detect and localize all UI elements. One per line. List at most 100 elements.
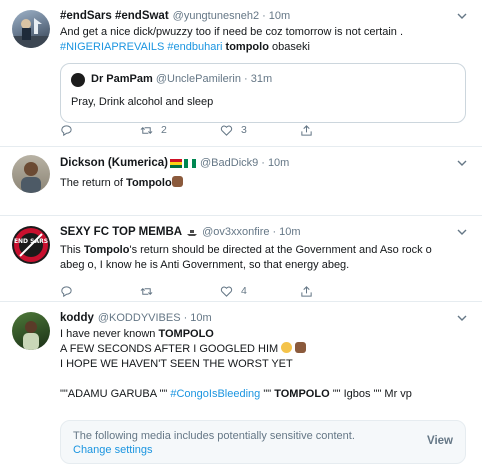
fist-emoji-icon (295, 342, 307, 353)
highlight-term: TOMPOLO (158, 328, 214, 340)
reply-button[interactable] (60, 124, 140, 137)
display-name[interactable]: SEXY FC TOP MEMBA (60, 224, 182, 240)
retweet-icon (140, 126, 153, 134)
display-name[interactable]: koddy (60, 310, 94, 326)
heart-icon (220, 286, 233, 297)
avatar[interactable] (12, 10, 50, 48)
timestamp[interactable]: 10m (279, 224, 300, 240)
highlight-term: Tompolo (83, 244, 130, 256)
like-button[interactable]: 4 (220, 285, 300, 298)
timestamp[interactable]: 10m (268, 155, 289, 171)
separator-dot: · (272, 226, 277, 238)
tweet[interactable]: Dickson (Kumerica) @BadDick9 · 10m The r… (0, 147, 482, 216)
quoted-timestamp: 31m (250, 73, 273, 85)
ship-emoji-icon (187, 230, 198, 236)
tweet-text-line: abeg o, I know he is Anti Government, so… (60, 259, 350, 271)
tweet-text-line: I HOPE WE HAVEN'T SEEN THE WORST YET (60, 358, 293, 370)
like-button[interactable]: 3 (220, 124, 300, 137)
tweet-text-line: I have never known (60, 328, 156, 340)
tweet-text-tail: obaseki (271, 41, 310, 53)
reply-icon (61, 124, 72, 136)
chevron-down-icon[interactable] (456, 226, 468, 238)
avatar-image: END SARS (14, 228, 48, 262)
tweet-text-line: ""ADAMU GARUBA "" (60, 388, 168, 400)
separator-dot: · (183, 312, 188, 324)
avatar-image (12, 18, 50, 48)
avatar-image (21, 162, 41, 193)
share-button[interactable] (300, 285, 380, 298)
share-icon (301, 124, 312, 136)
chevron-down-icon[interactable] (456, 312, 468, 324)
quoted-handle: @UnclePamilerin (155, 73, 241, 85)
heart-icon (220, 125, 233, 136)
avatar[interactable] (12, 312, 50, 350)
highlight-term: Tompolo (126, 177, 172, 189)
user-handle[interactable]: @KODDYVIBES (98, 310, 181, 326)
ghana-flag-icon (170, 158, 183, 168)
retweet-icon (140, 287, 153, 295)
quoted-avatar (71, 73, 85, 87)
hashtag-link[interactable]: #CongoIsBleeding (170, 388, 260, 400)
tweet-text-line: 's return should be directed at the Gove… (129, 244, 432, 256)
avatar[interactable] (12, 155, 50, 193)
tweet-text: And get a nice dick/pwuzzy too if need b… (60, 25, 468, 55)
timestamp[interactable]: 10m (269, 8, 290, 24)
hashtag-link[interactable]: #endbuhari (167, 41, 222, 53)
tweet[interactable]: koddy @KODDYVIBES · 10m I have never kno… (0, 302, 482, 465)
view-media-button[interactable]: View (427, 435, 453, 447)
sensitive-media-text: The following media includes potentially… (73, 429, 355, 457)
display-name[interactable]: Dickson (Kumerica) (60, 155, 168, 171)
tweet-actions: 2 3 (60, 123, 380, 137)
separator-dot: · (244, 73, 248, 85)
tweet-header: SEXY FC TOP MEMBA @ov3xxonfire · 10m (60, 224, 468, 240)
tweet-text-line: "" (263, 388, 272, 400)
reply-icon (61, 285, 72, 297)
quoted-display-name: Dr PamPam (91, 73, 153, 85)
tweet[interactable]: END SARS SEXY FC TOP MEMBA @ov3xxonfire … (0, 216, 482, 302)
tweet[interactable]: #endSars #endSwat @yungtunesneh2 · 10m A… (0, 0, 482, 147)
tweet-text: I have never known TOMPOLO A FEW SECONDS… (60, 327, 468, 402)
separator-dot: · (262, 10, 266, 22)
share-icon (301, 285, 312, 297)
user-handle[interactable]: @ov3xxonfire (202, 224, 269, 240)
tweet-text-line: The return of (60, 177, 123, 189)
separator-dot: · (261, 157, 265, 169)
retweet-button[interactable]: 2 (140, 124, 220, 137)
highlight-term: TOMPOLO (274, 388, 330, 400)
tweet-text-line: A FEW SECONDS AFTER I GOOGLED HIM (60, 343, 279, 355)
fist-emoji-icon (171, 176, 183, 187)
crying-emoji-icon (281, 342, 293, 353)
chevron-down-icon[interactable] (456, 10, 468, 22)
tweet-body: #endSars #endSwat @yungtunesneh2 · 10m A… (60, 8, 468, 55)
retweet-button[interactable] (140, 285, 220, 298)
tweet-header: #endSars #endSwat @yungtunesneh2 · 10m (60, 8, 468, 24)
tweet-text-line: "" Igbos "" Mr vp (332, 388, 412, 400)
tweet-body: koddy @KODDYVIBES · 10m I have never kno… (60, 310, 468, 402)
chevron-down-icon[interactable] (456, 157, 468, 169)
sensitive-media-notice: The following media includes potentially… (60, 420, 466, 464)
hashtag-link[interactable]: #NIGERIAPREVAILS (60, 41, 164, 53)
user-handle[interactable]: @yungtunesneh2 (173, 8, 259, 24)
highlight-term: tompolo (225, 41, 269, 53)
like-count: 4 (241, 285, 247, 297)
tweet-text: The return of Tompolo (60, 176, 468, 191)
quoted-header: Dr PamPam @UnclePamilerin · 31m (91, 73, 272, 85)
nigeria-flag-icon (184, 158, 197, 168)
tweet-text-line: And get a nice dick/pwuzzy too if need b… (60, 26, 404, 38)
like-count: 3 (241, 124, 247, 136)
tweet-text: This Tompolo's return should be directed… (60, 243, 468, 273)
reply-button[interactable] (60, 285, 140, 298)
change-settings-link[interactable]: Change settings (73, 444, 153, 456)
retweet-count: 2 (161, 124, 167, 136)
quoted-tweet[interactable]: Dr PamPam @UnclePamilerin · 31m Pray, Dr… (60, 63, 466, 123)
tweet-text-line: This (60, 244, 81, 256)
share-button[interactable] (300, 124, 380, 137)
avatar-image (23, 321, 39, 350)
avatar[interactable]: END SARS (12, 226, 50, 264)
timestamp[interactable]: 10m (190, 310, 211, 326)
sensitive-media-message: The following media includes potentially… (73, 430, 355, 442)
tweet-header: Dickson (Kumerica) @BadDick9 · 10m (60, 155, 468, 171)
tweet-body: SEXY FC TOP MEMBA @ov3xxonfire · 10m Thi… (60, 224, 468, 273)
user-handle[interactable]: @BadDick9 (200, 155, 258, 171)
display-name[interactable]: #endSars #endSwat (60, 8, 169, 24)
